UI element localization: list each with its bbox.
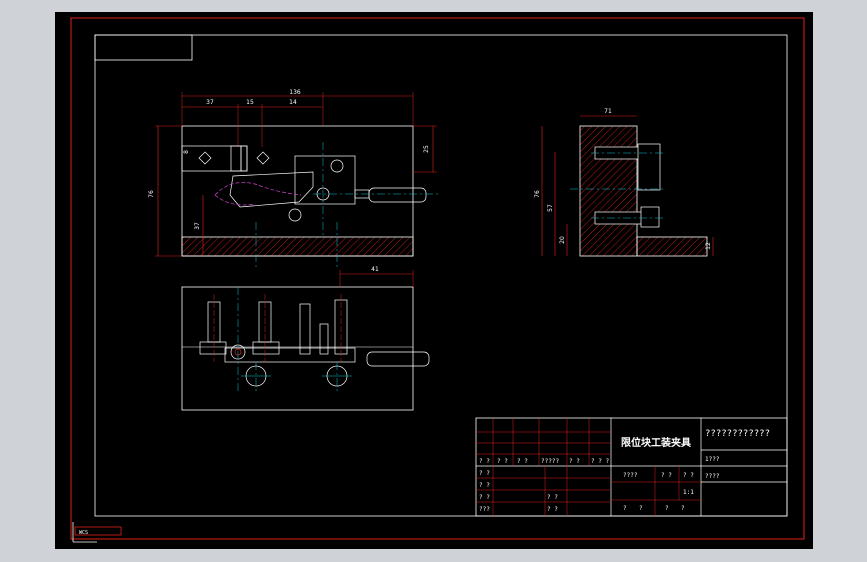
outer-border bbox=[70, 17, 805, 540]
dim-left-height: 76 bbox=[148, 190, 155, 198]
title-block: 限位块工装夹具 ???????????? ? ? ? ? ? ? ????? ?… bbox=[475, 417, 788, 517]
tb-r1-4: ? ? bbox=[569, 458, 580, 465]
tb-label-a: ???? bbox=[623, 472, 638, 479]
tb-r2-3: ??? bbox=[479, 506, 490, 513]
dim-side-mid: 57 bbox=[547, 204, 554, 212]
tb-label-f: ???? bbox=[705, 473, 720, 480]
header-code: ???????????? bbox=[705, 429, 770, 439]
tb-r1-3: ????? bbox=[541, 458, 559, 465]
ucs-label: WCS bbox=[79, 530, 88, 536]
tb-mid-0: ? ? bbox=[547, 494, 558, 501]
tb-r1-5: ? ? ? bbox=[591, 458, 609, 465]
tb-r1-1: ? ? bbox=[497, 458, 508, 465]
tb-bl-0: ? bbox=[623, 505, 627, 512]
code-box bbox=[94, 34, 193, 61]
tb-label-c: ? ? bbox=[683, 472, 694, 479]
front-view: 136 37 15 14 76 25 8 37 bbox=[148, 89, 441, 270]
tb-mid-1: ? ? bbox=[547, 506, 558, 513]
dim-top-c: 14 bbox=[289, 99, 297, 106]
dim-small-left: 8 bbox=[183, 150, 190, 154]
dim-right-top: 25 bbox=[423, 145, 430, 153]
drawing-title: 限位块工装夹具 bbox=[621, 436, 691, 449]
cad-viewport[interactable]: 136 37 15 14 76 25 8 37 41 71 76 57 20 1… bbox=[55, 12, 813, 549]
tb-label-b: ? ? bbox=[661, 472, 672, 479]
tb-r2-1: ? ? bbox=[479, 482, 490, 489]
tb-r1-0: ? ? bbox=[479, 458, 490, 465]
dim-side-low: 20 bbox=[559, 236, 566, 244]
dim-side-right: 12 bbox=[705, 242, 712, 250]
drawing-canvas: 136 37 15 14 76 25 8 37 41 71 76 57 20 1… bbox=[70, 17, 805, 543]
tb-bl-1: ? bbox=[639, 505, 643, 512]
dim-plan-right: 41 bbox=[371, 266, 379, 273]
side-view: 71 76 57 20 12 bbox=[534, 108, 714, 257]
dim-side-height: 76 bbox=[534, 190, 541, 198]
tb-r2-0: ? ? bbox=[479, 470, 490, 477]
dim-top-a: 37 bbox=[206, 99, 214, 106]
tb-label-d: 1:1 bbox=[683, 489, 694, 496]
tb-label-e: 1??? bbox=[705, 456, 720, 463]
tb-r2-2: ? ? bbox=[479, 494, 490, 501]
dim-top-b: 15 bbox=[246, 99, 254, 106]
tb-r1-2: ? ? bbox=[517, 458, 528, 465]
tb-bl-2: ? bbox=[665, 505, 669, 512]
dim-lower: 37 bbox=[194, 222, 201, 230]
plan-view: 41 bbox=[181, 266, 430, 411]
dim-top-total: 136 bbox=[289, 89, 301, 96]
dim-side-top: 71 bbox=[604, 108, 612, 115]
tb-bl-3: ? bbox=[681, 505, 685, 512]
